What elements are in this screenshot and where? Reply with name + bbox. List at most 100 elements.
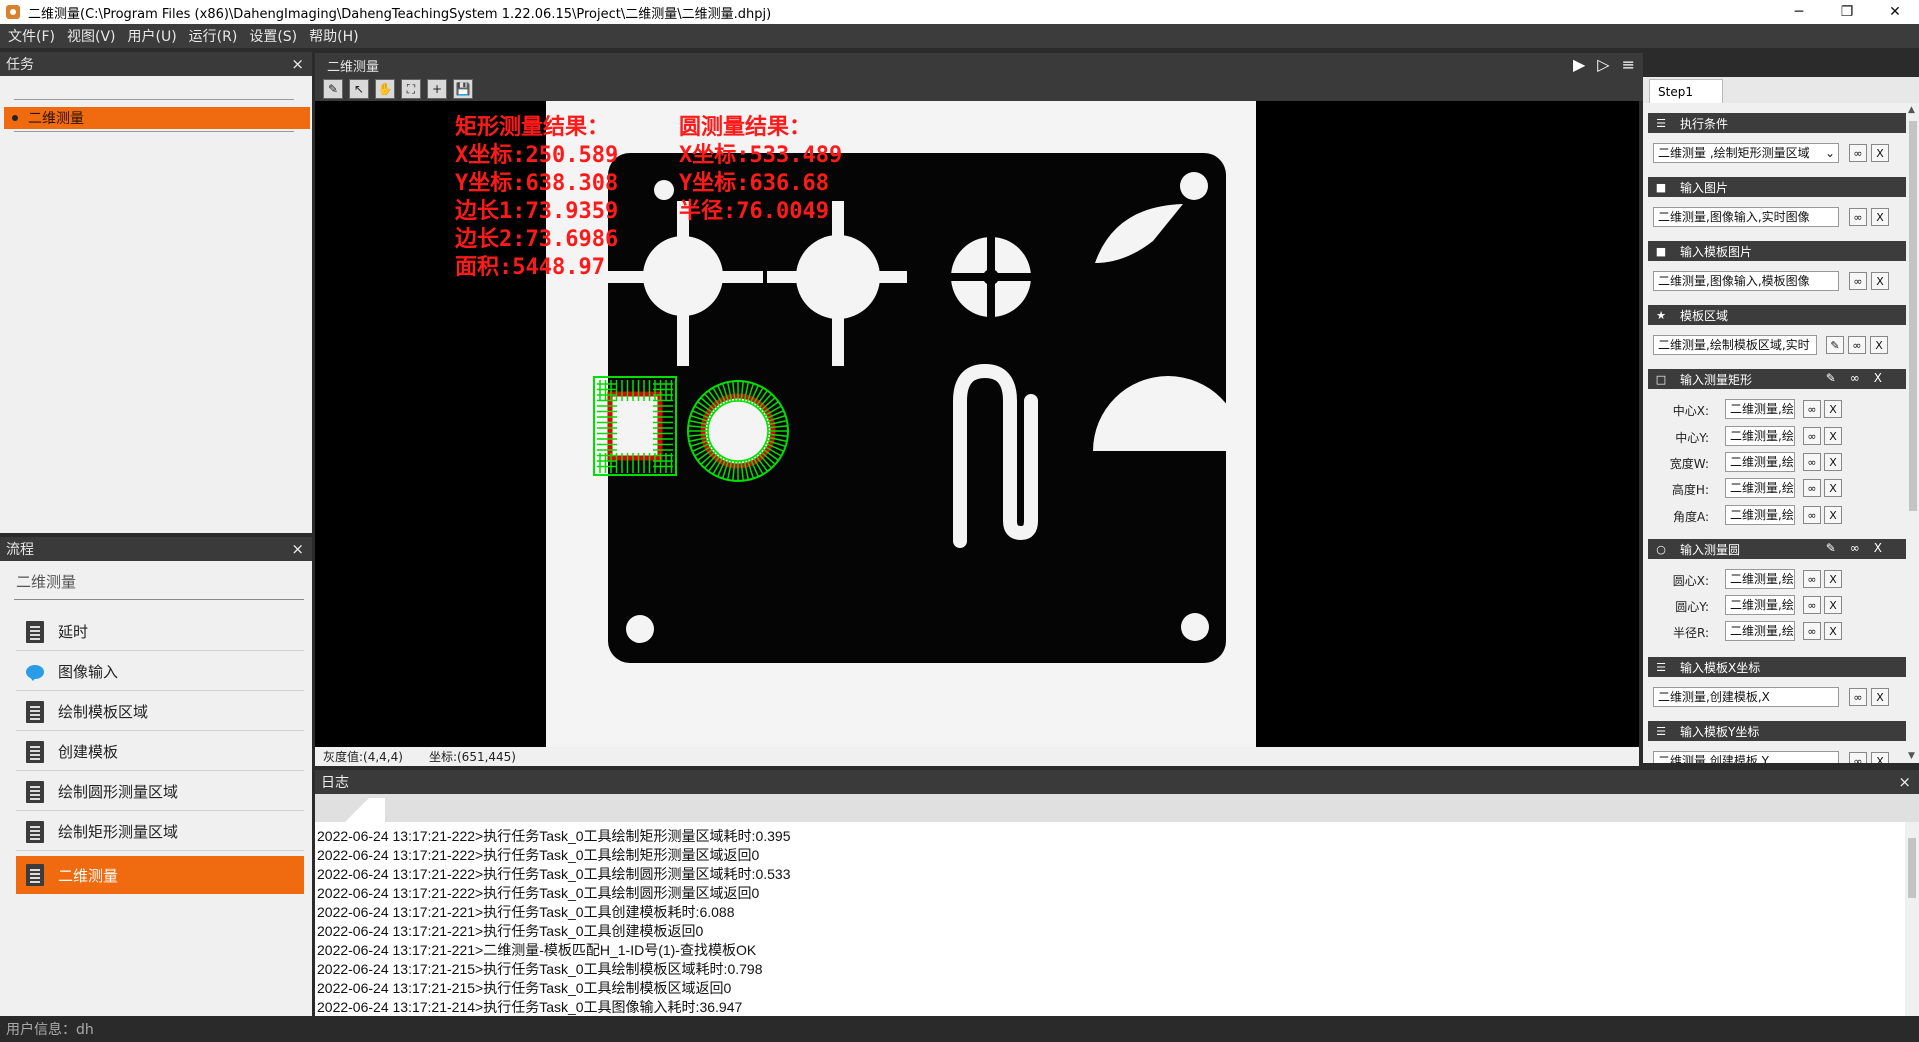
crosshair-icon[interactable]: + — [427, 79, 447, 99]
circle-center-y-field[interactable]: 二维测量,绘制 — [1725, 595, 1795, 615]
flow-item-draw-rect-region[interactable]: 绘制矩形测量区域 — [16, 813, 304, 851]
log-tab[interactable] — [345, 798, 385, 822]
tab-step1[interactable]: Step1 — [1649, 79, 1723, 103]
link-button[interactable]: ∞ — [1849, 272, 1867, 290]
rect-height-field[interactable]: 二维测量,绘制 — [1725, 478, 1795, 498]
exec-condition-select[interactable]: 二维测量 ,绘制矩形测量区域 ⌄ — [1653, 143, 1839, 163]
section-exec-condition[interactable]: ☰ 执行条件 — [1648, 113, 1906, 133]
clear-icon[interactable]: X — [1874, 371, 1882, 385]
log-panel-close-icon[interactable]: × — [1898, 773, 1911, 791]
pointer-icon[interactable]: ↖ — [349, 79, 369, 99]
clear-button[interactable]: X — [1870, 336, 1888, 354]
rect-center-x-field[interactable]: 二维测量,绘制 — [1725, 399, 1795, 419]
clear-button[interactable]: X — [1824, 570, 1842, 588]
section-input-image[interactable]: ■ 输入图片 — [1648, 177, 1906, 197]
link-button[interactable]: ∞ — [1803, 506, 1821, 524]
rect-center-y-field[interactable]: 二维测量,绘制 — [1725, 426, 1795, 446]
hand-icon[interactable]: ✋ — [375, 79, 395, 99]
rect-width-field[interactable]: 二维测量,绘制 — [1725, 452, 1795, 472]
link-button[interactable]: ∞ — [1803, 596, 1821, 614]
link-button[interactable]: ∞ — [1849, 208, 1867, 226]
flow-item-create-template[interactable]: 创建模板 — [16, 733, 304, 771]
run-once-icon[interactable]: ▷ — [1597, 55, 1609, 74]
menu-view[interactable]: 视图(V) — [67, 26, 116, 46]
template-region-field[interactable]: 二维测量,绘制模板区域,实时 — [1653, 335, 1817, 355]
clear-button[interactable]: X — [1824, 506, 1842, 524]
clear-icon[interactable]: X — [1874, 541, 1882, 555]
clear-button[interactable]: X — [1871, 752, 1889, 763]
scroll-down-icon[interactable]: ▼ — [1908, 751, 1915, 761]
link-button[interactable]: ∞ — [1803, 570, 1821, 588]
flow-item-image-input[interactable]: 图像输入 — [16, 653, 304, 691]
task-panel-close-icon[interactable]: × — [291, 55, 304, 73]
flow-item-2d-measure[interactable]: 二维测量 — [16, 856, 304, 894]
link-button[interactable]: ∞ — [1803, 479, 1821, 497]
save-icon[interactable]: 💾 — [453, 79, 473, 99]
clear-button[interactable]: X — [1824, 453, 1842, 471]
section-measure-circle[interactable]: ○ 输入测量圆 ✎ ∞ X — [1648, 539, 1906, 559]
clear-button[interactable]: X — [1871, 144, 1889, 162]
image-viewer[interactable]: 矩形测量结果： X坐标:250.589 Y坐标:638.308 边长1:73.9… — [315, 101, 1639, 747]
link-button[interactable]: ∞ — [1803, 453, 1821, 471]
link-icon[interactable]: ∞ — [1850, 371, 1860, 385]
clear-button[interactable]: X — [1871, 208, 1889, 226]
input-image-field[interactable]: 二维测量,图像输入,实时图像 — [1653, 207, 1839, 227]
log-scrollbar[interactable] — [1905, 822, 1919, 1016]
menu-icon[interactable]: ≡ — [1622, 55, 1635, 74]
flow-item-label: 绘制矩形测量区域 — [58, 823, 179, 841]
link-button[interactable]: ∞ — [1803, 622, 1821, 640]
menu-help[interactable]: 帮助(H) — [309, 26, 358, 46]
clear-button[interactable]: X — [1824, 479, 1842, 497]
menu-user[interactable]: 用户(U) — [128, 26, 177, 46]
clear-button[interactable]: X — [1824, 596, 1842, 614]
flow-item-draw-circle-region[interactable]: 绘制圆形测量区域 — [16, 773, 304, 811]
link-button[interactable]: ∞ — [1849, 688, 1867, 706]
link-button[interactable]: ∞ — [1848, 336, 1866, 354]
link-icon[interactable]: ∞ — [1850, 541, 1860, 555]
section-template-image[interactable]: ■ 输入模板图片 — [1648, 241, 1906, 261]
link-button[interactable]: ∞ — [1849, 752, 1867, 763]
pen-button[interactable]: ✎ — [1826, 336, 1844, 354]
task-panel-header: 任务 × — [0, 52, 312, 76]
scroll-thumb[interactable] — [1909, 121, 1917, 511]
pen-icon[interactable]: ✎ — [1826, 371, 1836, 385]
property-scrollbar[interactable]: ▲ ▼ — [1907, 103, 1919, 763]
fit-screen-icon[interactable]: ⛶ — [401, 79, 421, 99]
link-button[interactable]: ∞ — [1803, 427, 1821, 445]
section-measure-rect[interactable]: □ 输入测量矩形 ✎ ∞ X — [1648, 369, 1906, 389]
menu-file[interactable]: 文件(F) — [8, 26, 55, 46]
clear-button[interactable]: X — [1871, 272, 1889, 290]
link-button[interactable]: ∞ — [1849, 144, 1867, 162]
flow-item-draw-template-region[interactable]: 绘制模板区域 — [16, 693, 304, 731]
flow-item-label: 绘制圆形测量区域 — [58, 783, 179, 801]
clear-button[interactable]: X — [1824, 622, 1842, 640]
run-continuous-icon[interactable]: ▶ — [1573, 55, 1585, 74]
circle-center-x-field[interactable]: 二维测量,绘制 — [1725, 569, 1795, 589]
scroll-up-icon[interactable]: ▲ — [1908, 105, 1915, 115]
link-button[interactable]: ∞ — [1803, 400, 1821, 418]
maximize-button[interactable]: ❐ — [1823, 0, 1871, 24]
clear-button[interactable]: X — [1824, 400, 1842, 418]
flow-group-title: 二维测量 — [16, 573, 77, 591]
template-x-field[interactable]: 二维测量,创建模板,X — [1653, 687, 1839, 707]
edit-icon[interactable]: ✎ — [323, 79, 343, 99]
scroll-thumb[interactable] — [1908, 838, 1916, 898]
rect-angle-field[interactable]: 二维测量,绘制 — [1725, 505, 1795, 525]
menu-run[interactable]: 运行(R) — [189, 26, 238, 46]
template-y-field[interactable]: 二维测量,创建模板,Y — [1653, 751, 1839, 763]
section-template-region[interactable]: ★ 模板区域 — [1648, 305, 1906, 325]
flow-panel-close-icon[interactable]: × — [291, 540, 304, 558]
close-window-button[interactable]: ✕ — [1871, 0, 1919, 24]
menu-settings[interactable]: 设置(S) — [249, 26, 297, 46]
task-panel-title: 任务 — [6, 57, 34, 73]
section-template-y[interactable]: ☰ 输入模板Y坐标 — [1648, 721, 1906, 741]
task-item[interactable]: 二维测量 — [4, 107, 310, 129]
pen-icon[interactable]: ✎ — [1826, 541, 1836, 555]
clear-button[interactable]: X — [1824, 427, 1842, 445]
minimize-button[interactable]: ─ — [1775, 0, 1823, 24]
flow-item-delay[interactable]: 延时 — [16, 613, 304, 651]
section-template-x[interactable]: ☰ 输入模板X坐标 — [1648, 657, 1906, 677]
clear-button[interactable]: X — [1871, 688, 1889, 706]
circle-radius-field[interactable]: 二维测量,绘制 — [1725, 621, 1795, 641]
template-image-field[interactable]: 二维测量,图像输入,模板图像 — [1653, 271, 1839, 291]
